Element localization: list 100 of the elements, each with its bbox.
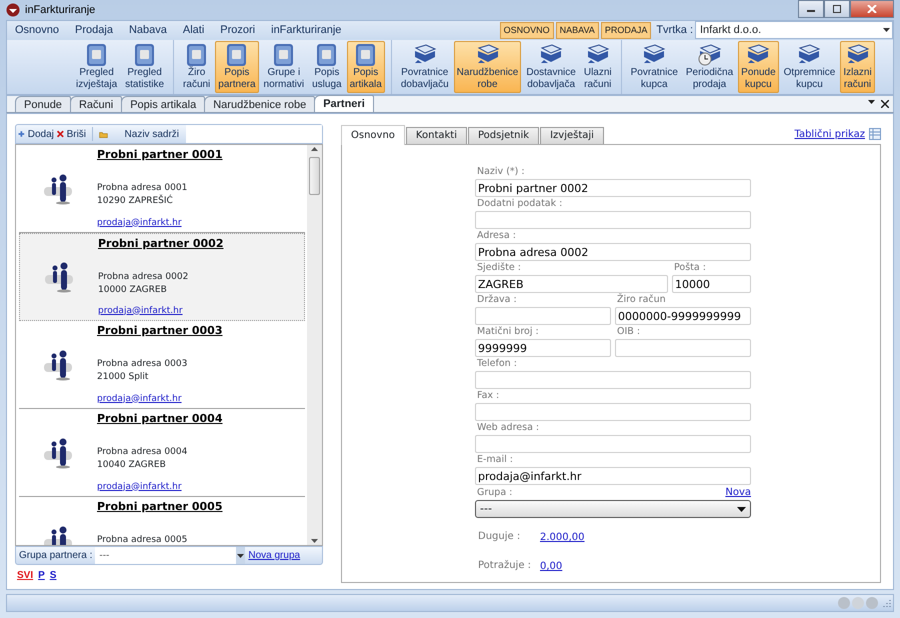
field-label: Država : xyxy=(476,293,518,308)
minimize-button[interactable] xyxy=(798,0,824,18)
close-icon xyxy=(867,5,877,13)
field-label: Dodatni podatak : xyxy=(476,197,564,212)
field-label: Adresa : xyxy=(476,229,517,244)
partner-name[interactable]: Probni partner 0004 xyxy=(97,411,222,428)
menu-item[interactable]: Osnovno xyxy=(7,22,68,39)
field-label: Matični broj : xyxy=(476,325,540,340)
ribbon-button[interactable]: Izlazni računi xyxy=(840,41,875,94)
input-field[interactable] xyxy=(475,211,751,230)
email-link[interactable]: prodaja@infarkt.hr xyxy=(97,480,222,494)
input-field[interactable] xyxy=(475,403,751,422)
email-link[interactable]: prodaja@infarkt.hr xyxy=(97,392,222,406)
partner-item[interactable]: Probni partner 0004 Probna adresa 0004 10040 ZAGREB prodaja@infarkt.hr xyxy=(19,409,305,498)
input-field[interactable]: Probni partner 0002 xyxy=(475,179,751,198)
input-field[interactable]: 9999999 xyxy=(475,339,611,358)
input-field[interactable]: ZAGREB xyxy=(475,275,668,294)
balance-value-link[interactable]: 0,00 xyxy=(540,559,562,574)
maximize-button[interactable] xyxy=(824,0,850,18)
field-label: Sjedište : xyxy=(476,261,522,276)
caret-icon xyxy=(883,28,890,32)
ribbon-button[interactable]: Grupe i normativi xyxy=(260,41,308,94)
partner-item[interactable]: Probni partner 0002 Probna adresa 0002 10000 ZAGREB prodaja@infarkt.hr xyxy=(19,233,305,322)
document-tab[interactable]: Računi xyxy=(70,96,122,112)
maximize-icon xyxy=(832,5,842,13)
ribbon-button[interactable]: Ponude kupcu xyxy=(738,41,779,94)
balance-label: Duguje : xyxy=(478,530,522,544)
input-field[interactable] xyxy=(615,339,751,358)
resize-grip-icon[interactable] xyxy=(883,599,891,608)
people-logo-icon xyxy=(42,348,74,381)
partner-name[interactable]: Probni partner 0002 xyxy=(98,236,224,253)
scroll-down-icon xyxy=(311,539,318,544)
input-field[interactable]: prodaja@infarkt.hr xyxy=(475,467,751,486)
ribbon-button[interactable]: Narudžbenice robe xyxy=(454,41,522,94)
partner-city: 10000 ZAGREB xyxy=(98,284,168,297)
ribbon-button[interactable]: Otpremnice kupcu xyxy=(780,41,838,94)
form-tab[interactable]: Podsjetnik xyxy=(468,127,540,144)
partner-city: 21000 Split xyxy=(97,370,150,384)
scroll-thumb[interactable] xyxy=(309,157,320,196)
document-tab[interactable]: Popis artikala xyxy=(121,96,206,112)
ribbon-button[interactable]: Povratnice kupca xyxy=(628,41,681,94)
ribbon-button[interactable]: Povratnice dobavljaču xyxy=(398,41,452,94)
input-field[interactable] xyxy=(475,435,751,454)
module-button[interactable]: OSNOVNO xyxy=(500,22,554,40)
input-field[interactable] xyxy=(475,371,751,390)
table-icon[interactable] xyxy=(869,128,881,140)
module-button[interactable]: PRODAJA xyxy=(600,22,652,40)
partner-item[interactable]: Probni partner 0003 Probna adresa 0003 21000 Split prodaja@infarkt.hr xyxy=(19,321,305,410)
group-select[interactable]: --- xyxy=(475,500,751,518)
form-tab[interactable]: Izvještaji xyxy=(540,127,604,144)
scroll-up-icon xyxy=(311,147,318,152)
ribbon-button[interactable]: Popis artikala xyxy=(346,41,385,94)
input-field[interactable]: 10000 xyxy=(672,275,751,294)
partner-name[interactable]: Probni partner 0005 xyxy=(97,499,222,516)
close-icon[interactable] xyxy=(881,100,889,108)
ribbon-button[interactable]: Pregled izvještaja xyxy=(73,41,120,94)
ribbon-button[interactable]: Popis usluga xyxy=(309,41,345,94)
table-view-link[interactable]: Tablični prikaz xyxy=(794,126,865,142)
field-label: Grupa : xyxy=(476,486,512,500)
partner-name[interactable]: Probni partner 0001 xyxy=(97,147,222,164)
letter-filter-link[interactable]: S xyxy=(50,568,56,584)
email-link[interactable]: prodaja@infarkt.hr xyxy=(97,216,222,230)
document-tab[interactable]: Partneri xyxy=(314,95,374,112)
company-label: Tvrtka : xyxy=(656,23,693,38)
ribbon-button[interactable]: Popis partnera xyxy=(215,41,259,94)
form-tab[interactable]: Osnovno xyxy=(341,125,405,146)
email-link[interactable]: prodaja@infarkt.hr xyxy=(98,304,224,318)
ribbon-button[interactable]: Dostavnice dobavljača xyxy=(523,41,579,94)
app-icon xyxy=(6,2,20,17)
document-tab[interactable]: Narudžbenice robe xyxy=(204,96,316,112)
caret-icon xyxy=(737,506,746,512)
scrollbar[interactable] xyxy=(307,145,322,546)
field-label: Telefon : xyxy=(476,357,518,372)
input-field[interactable]: Probna adresa 0002 xyxy=(475,243,751,262)
ribbon-button[interactable]: Pregled statistike xyxy=(122,41,168,94)
company-select[interactable]: Infarkt d.o.o. xyxy=(695,21,893,40)
balance-value-link[interactable]: 2.000,00 xyxy=(540,530,585,546)
input-field[interactable] xyxy=(475,307,611,326)
module-button[interactable]: NABAVA xyxy=(556,22,599,40)
menu-item[interactable]: Prozori xyxy=(212,22,264,39)
document-tab[interactable]: Ponude xyxy=(15,96,71,112)
dropdown-icon[interactable] xyxy=(868,100,875,104)
letter-filter-link[interactable]: SVI xyxy=(17,568,34,584)
menu-item[interactable]: Prodaja xyxy=(67,22,121,39)
partner-address: Probna adresa 0005 xyxy=(97,534,188,546)
field-label: Naziv (*) : xyxy=(476,165,526,180)
letter-filter-link[interactable]: P xyxy=(38,568,45,584)
menu-item[interactable]: inFarkturiranje xyxy=(263,22,350,39)
field-label: Žiro račun xyxy=(616,293,667,308)
close-button[interactable] xyxy=(850,0,894,18)
new-link[interactable]: Nova xyxy=(725,485,751,500)
input-field[interactable]: 0000000-9999999999 xyxy=(615,307,751,326)
ribbon-button[interactable]: Ulazni računi xyxy=(580,41,615,94)
ribbon-button[interactable]: Žiro računi xyxy=(180,41,214,94)
menu-item[interactable]: Alati xyxy=(174,22,212,39)
partner-name[interactable]: Probni partner 0003 xyxy=(97,323,222,340)
menu-item[interactable]: Nabava xyxy=(120,22,175,39)
form-tab[interactable]: Kontakti xyxy=(406,127,467,144)
ribbon-button[interactable]: Periodična prodaja xyxy=(682,41,736,94)
partner-address: Probna adresa 0004 xyxy=(97,446,188,459)
